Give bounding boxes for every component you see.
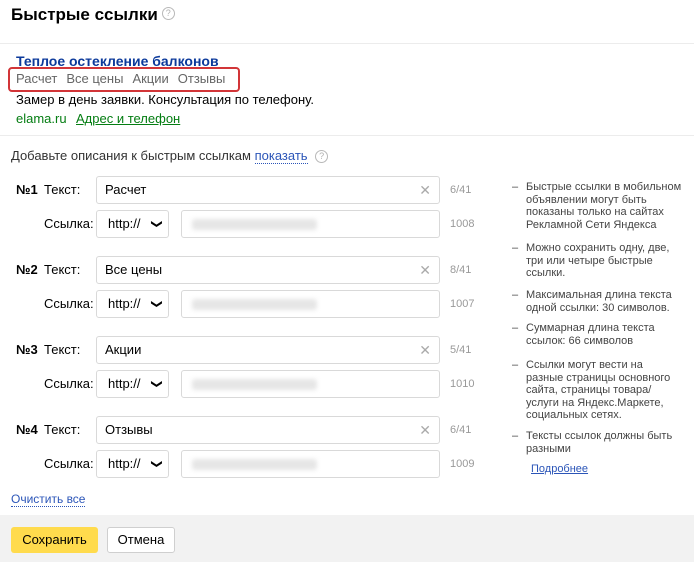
page-title: Быстрые ссылки? <box>11 5 175 25</box>
preview-sitelink[interactable]: Расчет <box>16 71 57 86</box>
blurred-url <box>192 219 317 230</box>
chevron-down-icon: ❯ <box>150 219 163 229</box>
add-descriptions-row: Добавьте описания к быстрым ссылкам пока… <box>11 148 329 164</box>
sitelink-url-input[interactable] <box>181 450 440 478</box>
hint-item: – Ссылки могут вести на разные страницы о… <box>512 359 671 421</box>
sitelink-text-input[interactable]: Отзывы ✕ <box>96 416 440 444</box>
blurred-url <box>192 459 317 470</box>
text-label: Текст: <box>44 182 81 197</box>
sitelink-url-input[interactable] <box>181 210 440 238</box>
sitelink-text-input[interactable]: Все цены ✕ <box>96 256 440 284</box>
preview-divider <box>0 135 694 136</box>
protocol-select[interactable]: http://❯ <box>96 370 169 398</box>
protocol-select[interactable]: http://❯ <box>96 450 169 478</box>
help-icon[interactable]: ? <box>161 7 175 20</box>
preview-description: Замер в день заявки. Консультация по тел… <box>16 92 314 107</box>
sitelink-text-value: Отзывы <box>105 422 153 437</box>
clear-icon[interactable]: ✕ <box>419 337 431 363</box>
link-label: Ссылка: <box>44 216 94 231</box>
clear-icon[interactable]: ✕ <box>419 177 431 203</box>
preview-sitelink[interactable]: Все цены <box>66 71 123 86</box>
save-button[interactable]: Сохранить <box>11 527 98 553</box>
preview-sitelink[interactable]: Отзывы <box>178 71 226 86</box>
link-label: Ссылка: <box>44 376 94 391</box>
link-counter: 1007 <box>450 298 475 310</box>
link-label: Ссылка: <box>44 456 94 471</box>
text-counter: 8/41 <box>450 264 472 276</box>
link-counter: 1009 <box>450 458 475 470</box>
sitelink-url-input[interactable] <box>181 370 440 398</box>
blurred-url <box>192 299 317 310</box>
header-divider <box>0 43 694 44</box>
cancel-button[interactable]: Отмена <box>107 527 175 553</box>
preview-sitelink[interactable]: Акции <box>132 71 168 86</box>
text-counter: 5/41 <box>450 344 472 356</box>
sitelink-number: №3 <box>16 342 38 357</box>
protocol-select[interactable]: http://❯ <box>96 210 169 238</box>
clear-icon[interactable]: ✕ <box>419 417 431 443</box>
preview-domain[interactable]: elama.ru <box>16 111 67 126</box>
footer-bar <box>0 515 694 562</box>
link-label: Ссылка: <box>44 296 94 311</box>
add-descriptions-label: Добавьте описания к быстрым ссылкам <box>11 148 251 163</box>
text-label: Текст: <box>44 262 81 277</box>
text-label: Текст: <box>44 422 81 437</box>
hint-item: – Суммарная длина текста ссылок: 66 симво… <box>512 322 655 347</box>
hint-item: – Тексты ссылок должны быть разными <box>512 430 673 455</box>
sitelink-number: №2 <box>16 262 38 277</box>
chevron-down-icon: ❯ <box>150 299 163 309</box>
sitelink-number: №1 <box>16 182 38 197</box>
sitelink-number: №4 <box>16 422 38 437</box>
preview-sitelinks: Расчет Все цены Акции Отзывы <box>16 71 234 86</box>
protocol-select[interactable]: http://❯ <box>96 290 169 318</box>
text-counter: 6/41 <box>450 184 472 196</box>
hint-item: – Максимальная длина текста одной ссылки:… <box>512 289 672 314</box>
link-counter: 1010 <box>450 378 475 390</box>
sitelink-text-input[interactable]: Расчет ✕ <box>96 176 440 204</box>
help-icon[interactable]: ? <box>315 150 329 163</box>
text-label: Текст: <box>44 342 81 357</box>
sitelink-text-value: Расчет <box>105 182 147 197</box>
chevron-down-icon: ❯ <box>150 379 163 389</box>
text-counter: 6/41 <box>450 424 472 436</box>
chevron-down-icon: ❯ <box>150 459 163 469</box>
more-info-link[interactable]: Подробнее <box>531 463 588 475</box>
sitelink-text-value: Акции <box>105 342 142 357</box>
link-counter: 1008 <box>450 218 475 230</box>
preview-address-link[interactable]: Адрес и телефон <box>76 111 180 126</box>
show-descriptions-link[interactable]: показать <box>254 148 308 164</box>
clear-all-link[interactable]: Очистить все <box>11 492 86 507</box>
sitelink-text-input[interactable]: Акции ✕ <box>96 336 440 364</box>
sitelink-url-input[interactable] <box>181 290 440 318</box>
hint-item: – Можно сохранить одну, две, три или четы… <box>512 242 670 279</box>
blurred-url <box>192 379 317 390</box>
hint-item: – Быстрые ссылки в мобильном объявлении м… <box>512 181 682 231</box>
clear-icon[interactable]: ✕ <box>419 257 431 283</box>
sitelink-text-value: Все цены <box>105 262 163 277</box>
